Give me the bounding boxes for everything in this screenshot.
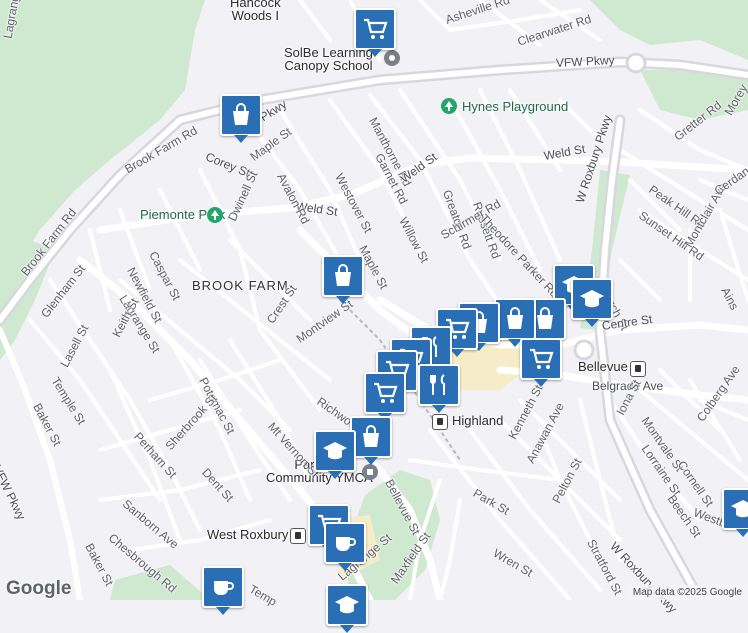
school-marker[interactable] [722,488,748,537]
train-station-icon[interactable] [630,361,646,377]
label-highland[interactable]: Highland [452,414,503,427]
shopping-marker[interactable] [350,416,392,465]
cafe-marker[interactable] [324,522,366,571]
map-attribution[interactable]: Map data ©2025 Google [626,585,748,600]
google-logo: Google [6,578,72,599]
school-marker[interactable] [571,278,613,327]
shopping-bag-icon [363,425,379,447]
label-hancock-woods: Hancock Woods I [230,0,281,23]
school-marker[interactable] [326,584,368,633]
restaurant-marker[interactable] [418,364,460,413]
grocery-marker[interactable] [354,8,396,57]
rotary-centre [573,339,595,361]
school-cap-icon [323,442,347,460]
park-northeast [590,0,748,60]
train-station-icon[interactable] [432,414,448,430]
label-west-roxbury[interactable]: West Roxbury [207,528,288,541]
shopping-bag-icon [335,264,351,286]
school-cap-icon [335,596,359,614]
fork-knife-icon [430,374,445,395]
rotary-vfw [625,52,647,74]
shopping-marker[interactable] [494,298,536,347]
school-marker[interactable] [314,430,356,479]
grocery-cart-icon [530,348,554,369]
school-cap-icon [580,290,604,308]
coffee-cup-icon [214,581,234,595]
map-canvas[interactable] [0,0,748,600]
grocery-marker[interactable] [520,338,562,387]
park-poi-icon[interactable] [441,98,457,114]
school-cap-icon [731,500,748,518]
grocery-cart-icon [364,18,388,39]
label-brook-farm: BROOK FARM [192,278,289,293]
shopping-marker[interactable] [220,94,262,143]
shopping-bag-icon [507,307,523,329]
label-hynes-playground[interactable]: Hynes Playground [462,100,568,113]
label-bellevue[interactable]: Bellevue [578,360,628,373]
train-station-icon[interactable] [290,528,306,544]
grocery-cart-icon [374,382,398,403]
grocery-marker[interactable] [364,372,406,421]
shopping-marker[interactable] [322,255,364,304]
shopping-bag-icon [233,103,249,125]
school-poi-icon[interactable] [384,50,400,66]
coffee-cup-icon [336,537,356,551]
park-poi-icon[interactable] [207,207,223,223]
cafe-marker[interactable] [202,566,244,615]
ymca-poi-icon[interactable] [362,464,378,480]
